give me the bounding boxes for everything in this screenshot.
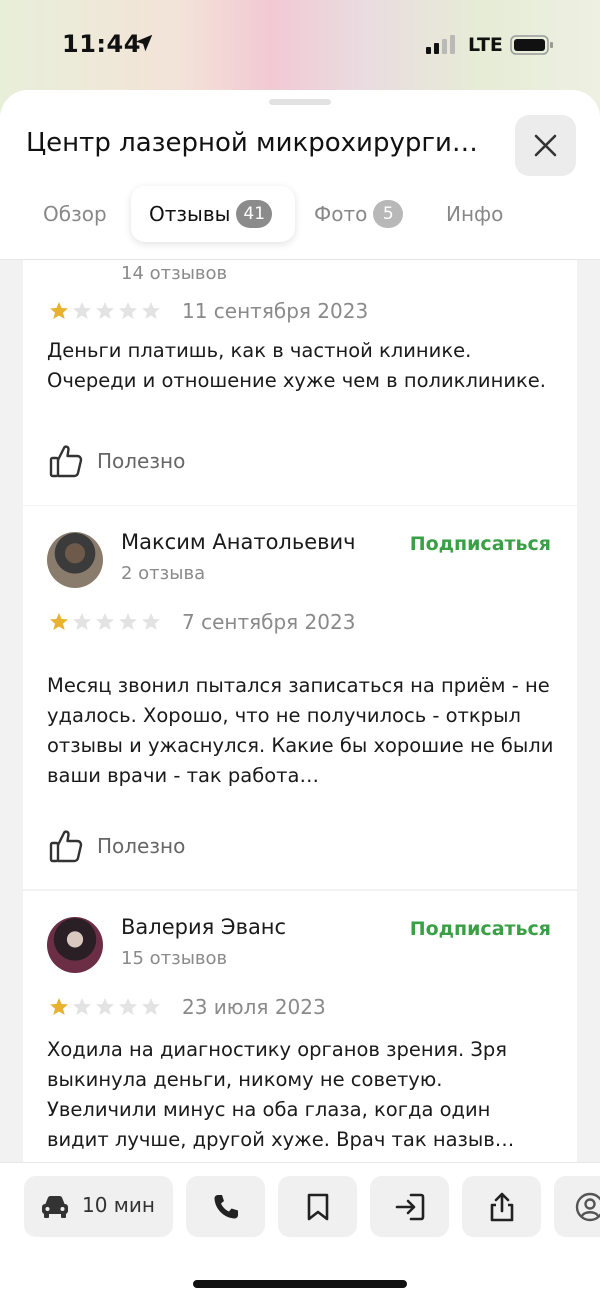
review-text: Месяц звонил пытался записаться на приём… bbox=[47, 674, 554, 787]
review-text: Деньги платишь, как в частной клинике. О… bbox=[47, 339, 546, 392]
sheet-header: Центр лазерной микрохирурги… Обзор Отзыв… bbox=[0, 90, 600, 260]
review-card: Максим Анатольевич 2 отзыва Подписаться … bbox=[23, 506, 577, 889]
star-empty-icon bbox=[73, 998, 91, 1015]
reviews-count-badge: 41 bbox=[236, 199, 273, 228]
tab-info[interactable]: Инфо bbox=[446, 186, 503, 242]
thumbs-up-icon bbox=[49, 830, 83, 863]
rating-stars bbox=[49, 301, 161, 323]
place-card-sheet: Центр лазерной микрохирурги… Обзор Отзыв… bbox=[0, 90, 600, 1300]
call-button[interactable] bbox=[186, 1176, 265, 1237]
tab-bar: Обзор Отзывы 41 Фото 5 Инфо bbox=[0, 186, 600, 246]
rating-stars bbox=[49, 612, 161, 634]
battery-icon bbox=[510, 35, 553, 55]
star-empty-icon bbox=[142, 302, 160, 319]
login-icon bbox=[395, 1193, 425, 1221]
review-date: 11 сентября 2023 bbox=[182, 299, 369, 323]
close-button[interactable] bbox=[515, 115, 576, 176]
useful-label: Полезно bbox=[97, 449, 186, 473]
organization-title: Центр лазерной микрохирурги… bbox=[26, 128, 478, 158]
tab-info-label: Инфо bbox=[446, 202, 504, 226]
tab-photos[interactable]: Фото 5 bbox=[314, 186, 404, 242]
close-icon bbox=[534, 134, 557, 157]
status-time: 11:44 bbox=[62, 30, 141, 58]
tab-overview[interactable]: Обзор bbox=[43, 186, 107, 242]
share-button[interactable] bbox=[462, 1176, 541, 1237]
review-card: Валерия Эванс 15 отзывов Подписаться 23 … bbox=[23, 891, 577, 1191]
star-empty-icon bbox=[96, 998, 114, 1015]
author-name[interactable]: Валерия Эванс bbox=[121, 915, 286, 939]
signal-icon bbox=[426, 35, 455, 54]
star-filled-icon bbox=[50, 613, 68, 630]
avatar[interactable] bbox=[47, 532, 103, 588]
author-reviews-count: 2 отзыва bbox=[121, 563, 206, 584]
subscribe-button[interactable]: Подписаться bbox=[410, 533, 551, 555]
avatar[interactable] bbox=[47, 917, 103, 973]
star-empty-icon bbox=[96, 613, 114, 630]
star-empty-icon bbox=[96, 302, 114, 319]
useful-label: Полезно bbox=[97, 834, 186, 858]
review-text: Ходила на диагностику органов зрения. Зр… bbox=[47, 1038, 515, 1151]
star-empty-icon bbox=[73, 302, 91, 319]
star-empty-icon bbox=[119, 998, 137, 1015]
tab-reviews-label: Отзывы bbox=[149, 202, 231, 226]
photos-count-badge: 5 bbox=[373, 199, 404, 228]
star-filled-icon bbox=[50, 998, 68, 1015]
author-name[interactable]: Максим Анатольевич bbox=[121, 530, 356, 554]
bookmark-button[interactable] bbox=[278, 1176, 357, 1237]
sheet-grabber[interactable] bbox=[269, 99, 331, 105]
star-empty-icon bbox=[73, 613, 91, 630]
reviews-list: 14 отзывов 11 сентября 2023 Деньги плати… bbox=[23, 200, 577, 1191]
review-date: 23 июля 2023 bbox=[182, 995, 326, 1019]
status-bar: 11:44 LTE bbox=[0, 0, 600, 90]
subscribe-button[interactable]: Подписаться bbox=[410, 918, 551, 940]
route-button[interactable]: 10 мин bbox=[24, 1176, 173, 1237]
phone-icon bbox=[214, 1195, 238, 1219]
profile-button[interactable] bbox=[554, 1176, 600, 1237]
bottom-toolbar: 10 мин bbox=[0, 1162, 600, 1300]
person-icon bbox=[575, 1192, 600, 1222]
star-filled-icon bbox=[50, 302, 68, 319]
route-time-label: 10 мин bbox=[82, 1193, 155, 1217]
location-arrow-icon bbox=[135, 34, 153, 52]
author-reviews-count: 14 отзывов bbox=[121, 263, 228, 284]
star-empty-icon bbox=[119, 302, 137, 319]
network-type: LTE bbox=[468, 34, 503, 56]
home-indicator bbox=[193, 1280, 407, 1288]
tab-reviews[interactable]: Отзывы 41 bbox=[131, 186, 295, 242]
author-reviews-count: 15 отзывов bbox=[121, 948, 228, 969]
star-empty-icon bbox=[119, 613, 137, 630]
bookmark-icon bbox=[307, 1193, 329, 1221]
tab-photos-label: Фото bbox=[314, 202, 368, 226]
review-date: 7 сентября 2023 bbox=[182, 610, 356, 634]
star-empty-icon bbox=[142, 998, 160, 1015]
tab-overview-label: Обзор bbox=[43, 202, 107, 226]
car-icon bbox=[42, 1196, 68, 1218]
thumbs-up-icon bbox=[49, 445, 83, 478]
share-icon bbox=[490, 1192, 514, 1222]
star-empty-icon bbox=[142, 613, 160, 630]
rating-stars bbox=[49, 997, 161, 1019]
enter-button[interactable] bbox=[370, 1176, 449, 1237]
